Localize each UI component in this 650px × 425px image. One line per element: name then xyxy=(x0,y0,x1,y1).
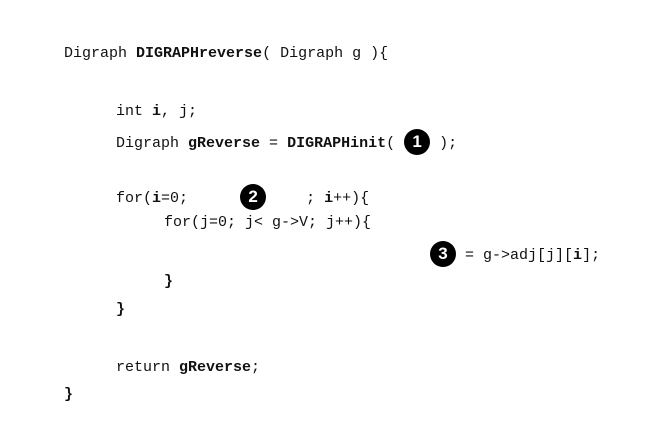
code-token: return xyxy=(116,359,180,376)
code-line-return: return gReverse; xyxy=(80,338,260,376)
variable-i: i xyxy=(573,246,583,264)
code-token: for(j=0; j< g->V; j++){ xyxy=(164,214,372,231)
code-token: ]; xyxy=(582,246,601,264)
code-token: Digraph xyxy=(64,45,137,62)
blank-marker-1: 1 xyxy=(404,129,431,155)
closing-brace: } xyxy=(64,386,74,403)
code-token: ; xyxy=(251,359,261,376)
code-token: = g->adj[j][ xyxy=(456,246,574,264)
function-name: DIGRAPHreverse xyxy=(136,45,263,62)
code-line-inner-close: } xyxy=(128,252,173,290)
closing-brace: } xyxy=(116,301,126,318)
code-line-outer-close: } xyxy=(80,280,125,318)
code-token: = xyxy=(260,134,288,152)
code-token: ( xyxy=(386,134,405,152)
code-token: Digraph xyxy=(116,134,189,152)
function-call: DIGRAPHinit xyxy=(287,134,387,152)
variable-greverse: gReverse xyxy=(179,359,252,376)
code-line-outer-loop: for(i=0; 2; i++){ xyxy=(80,165,369,210)
code-line-assignment: 3 = g->adj[j][i]; xyxy=(394,222,600,267)
code-token: ); xyxy=(430,134,458,152)
code-listing: Digraph DIGRAPHreverse( Digraph g ){ int… xyxy=(0,0,650,404)
closing-brace: } xyxy=(164,273,174,290)
variable-greverse: gReverse xyxy=(188,134,261,152)
code-token: ( Digraph g ){ xyxy=(262,45,389,62)
code-line-init: Digraph gReverse = DIGRAPHinit( 1 ); xyxy=(80,110,457,155)
code-line-function-signature: Digraph DIGRAPHreverse( Digraph g ){ xyxy=(28,24,388,62)
blank-marker-3: 3 xyxy=(430,241,457,267)
code-line-inner-loop: for(j=0; j< g->V; j++){ xyxy=(128,193,371,231)
code-line-declarations: int i, j; xyxy=(80,82,197,120)
code-line-function-close: } xyxy=(28,365,73,403)
